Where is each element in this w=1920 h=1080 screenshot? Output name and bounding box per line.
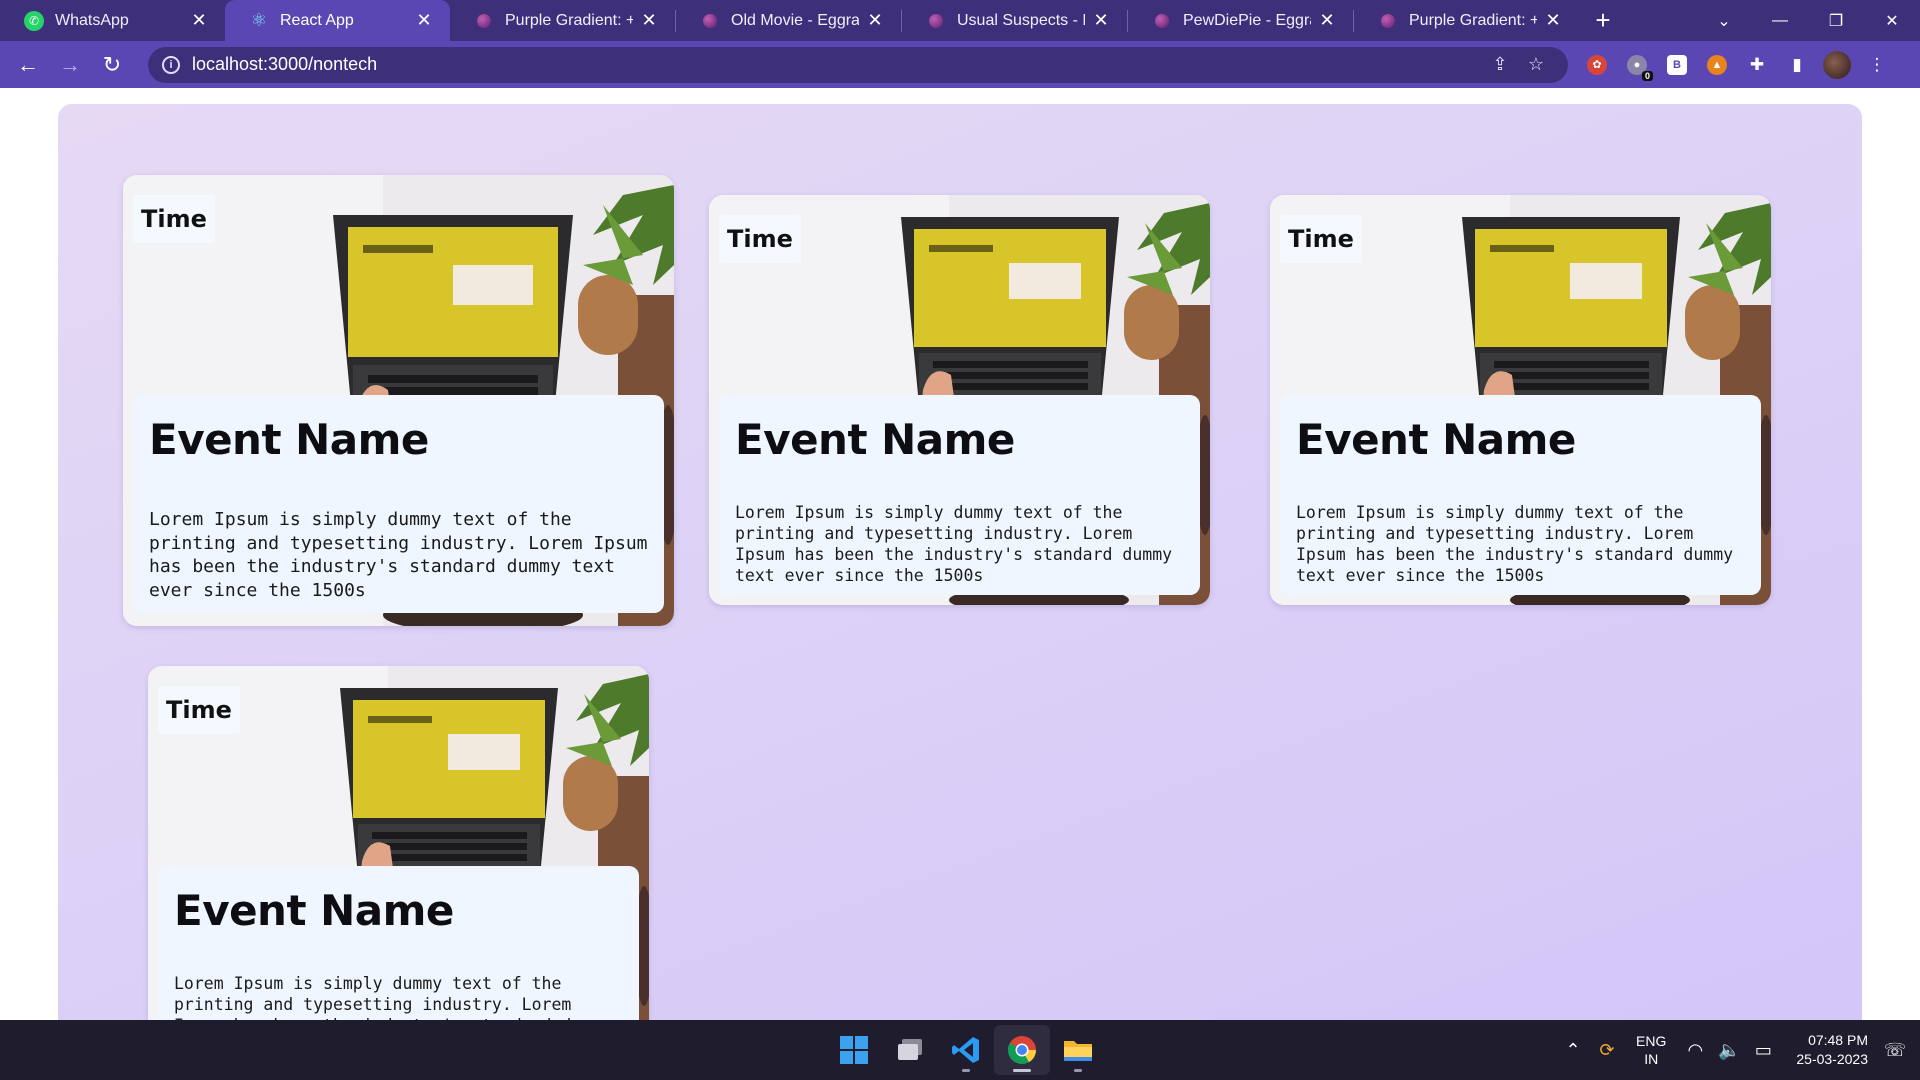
- tab-title: PewDiePie - Eggradie: [1183, 11, 1311, 29]
- clock[interactable]: 07:48 PM 25-03-2023: [1796, 1031, 1868, 1069]
- tab-react-app[interactable]: ⚛ React App ✕: [225, 0, 450, 41]
- metamask-icon[interactable]: ▲: [1698, 46, 1736, 84]
- event-card-body: Event Name Lorem Ipsum is simply dummy t…: [1280, 395, 1761, 595]
- event-time-badge: Time: [1280, 215, 1362, 263]
- react-icon: ⚛: [250, 10, 268, 30]
- browser-toolbar: ← → ↻ i localhost:3000/nontech ⇪ ☆ ✿ ● 0 …: [0, 41, 1920, 88]
- close-window-icon[interactable]: ✕: [1864, 11, 1920, 31]
- eggradients-icon: [477, 13, 491, 28]
- battery-icon[interactable]: ▭: [1746, 1040, 1780, 1061]
- sync-icon[interactable]: ⟳: [1590, 1040, 1624, 1061]
- address-bar[interactable]: i localhost:3000/nontech ⇪ ☆: [148, 46, 1568, 83]
- event-description: Lorem Ipsum is simply dummy text of the …: [1296, 503, 1734, 585]
- event-description: Lorem Ipsum is simply dummy text of the …: [735, 503, 1173, 585]
- event-card-body: Event Name Lorem Ipsum is simply dummy t…: [158, 866, 639, 1024]
- event-time-badge: Time: [158, 686, 240, 734]
- extension-badge-count: 0: [1641, 70, 1653, 81]
- tab-title: Purple Gradient: +50 |: [505, 11, 633, 29]
- event-card-body: Event Name Lorem Ipsum is simply dummy t…: [719, 395, 1200, 595]
- close-tab-icon[interactable]: ✕: [1543, 10, 1563, 31]
- event-description: Lorem Ipsum is simply dummy text of the …: [149, 509, 648, 601]
- profile-avatar[interactable]: [1818, 46, 1856, 84]
- close-tab-icon[interactable]: ✕: [1091, 10, 1111, 31]
- clock-date: 25-03-2023: [1796, 1051, 1868, 1067]
- volume-icon[interactable]: 🔈: [1712, 1040, 1746, 1061]
- file-explorer-icon[interactable]: [1050, 1025, 1106, 1075]
- event-card[interactable]: Time Event Name Lorem Ipsum is simply du…: [123, 175, 674, 626]
- tab-title: React App: [280, 11, 354, 29]
- event-card[interactable]: Time Event Name Lorem Ipsum is simply du…: [1270, 195, 1771, 605]
- eggradients-icon: [1155, 13, 1169, 28]
- minimize-icon[interactable]: —: [1752, 12, 1808, 30]
- eggradients-icon: [1381, 13, 1395, 28]
- taskbar-apps: [826, 1020, 1106, 1080]
- close-tab-icon[interactable]: ✕: [1317, 10, 1337, 31]
- wifi-icon[interactable]: ◠: [1678, 1040, 1712, 1061]
- event-name: Event Name: [174, 886, 454, 935]
- notification-icon[interactable]: ☏: [1878, 1040, 1912, 1061]
- back-icon[interactable]: ←: [8, 45, 48, 85]
- close-tab-icon[interactable]: ✕: [414, 10, 434, 31]
- tab-title: WhatsApp: [55, 11, 129, 29]
- chevron-up-icon[interactable]: ⌃: [1556, 1040, 1590, 1061]
- tab-whatsapp[interactable]: ✆ WhatsApp ✕: [0, 0, 225, 41]
- windows-taskbar: ⌃ ⟳ ENG IN ◠ 🔈 ▭ 07:48 PM 25-03-2023 ☏: [0, 1020, 1920, 1080]
- event-card[interactable]: Time Event Name Lorem Ipsum is simply du…: [148, 666, 649, 1024]
- site-info-icon[interactable]: i: [162, 55, 180, 74]
- bookmark-star-icon[interactable]: ☆: [1518, 54, 1554, 75]
- extension-badge-icon[interactable]: ● 0: [1618, 46, 1656, 84]
- chrome-icon[interactable]: [994, 1025, 1050, 1075]
- extension-red-icon[interactable]: ✿: [1578, 46, 1616, 84]
- tab-search-icon[interactable]: ⌄: [1696, 11, 1752, 31]
- tab-title: Old Movie - Eggradien: [731, 11, 859, 29]
- eggradients-icon: [703, 13, 717, 28]
- event-card[interactable]: Time Event Name Lorem Ipsum is simply du…: [709, 195, 1210, 605]
- region-code: IN: [1644, 1051, 1659, 1067]
- clock-time: 07:48 PM: [1808, 1032, 1868, 1048]
- event-name: Event Name: [735, 415, 1015, 464]
- event-card-body: Event Name Lorem Ipsum is simply dummy t…: [133, 395, 664, 613]
- forward-icon[interactable]: →: [50, 45, 90, 85]
- menu-kebab-icon[interactable]: ⋮: [1858, 46, 1896, 84]
- browser-tab-strip: ✆ WhatsApp ✕ ⚛ React App ✕ Purple Gradie…: [0, 0, 1920, 41]
- tab-purple-gradient[interactable]: Purple Gradient: +50 | ✕: [450, 0, 675, 41]
- events-page: Time Event Name Lorem Ipsum is simply du…: [58, 104, 1862, 1024]
- start-icon[interactable]: [826, 1025, 882, 1075]
- event-name: Event Name: [1296, 415, 1576, 464]
- tab-usual-suspects[interactable]: Usual Suspects - Eggr ✕: [902, 0, 1127, 41]
- url-text[interactable]: localhost:3000/nontech: [192, 54, 1482, 75]
- side-panel-icon[interactable]: ▮: [1778, 46, 1816, 84]
- tab-title: Usual Suspects - Eggr: [957, 11, 1085, 29]
- close-tab-icon[interactable]: ✕: [189, 10, 209, 31]
- language-indicator[interactable]: ENG IN: [1636, 1032, 1666, 1068]
- new-tab-button[interactable]: +: [1579, 0, 1627, 41]
- restore-icon[interactable]: ❐: [1808, 11, 1864, 31]
- event-time-badge: Time: [133, 195, 215, 243]
- extension-b-icon[interactable]: B: [1658, 46, 1696, 84]
- system-tray: ⌃ ⟳ ENG IN ◠ 🔈 ▭ 07:48 PM 25-03-2023 ☏: [1556, 1020, 1920, 1080]
- reload-icon[interactable]: ↻: [92, 45, 132, 85]
- close-tab-icon[interactable]: ✕: [865, 10, 885, 31]
- tab-pewdiepie[interactable]: PewDiePie - Eggradie ✕: [1128, 0, 1353, 41]
- event-description: Lorem Ipsum is simply dummy text of the …: [174, 974, 611, 1024]
- share-icon[interactable]: ⇪: [1482, 54, 1518, 75]
- event-time-badge: Time: [719, 215, 801, 263]
- task-view-icon[interactable]: [882, 1025, 938, 1075]
- event-name: Event Name: [149, 415, 429, 464]
- tab-title: Purple Gradient: +50 |: [1409, 11, 1537, 29]
- tab-purple-gradient-2[interactable]: Purple Gradient: +50 | ✕: [1354, 0, 1579, 41]
- eggradients-icon: [929, 13, 943, 28]
- whatsapp-icon: ✆: [24, 10, 44, 31]
- extensions-puzzle-icon[interactable]: ✚: [1738, 46, 1776, 84]
- tab-old-movie[interactable]: Old Movie - Eggradien ✕: [676, 0, 901, 41]
- close-tab-icon[interactable]: ✕: [639, 10, 659, 31]
- window-controls: ⌄ — ❐ ✕: [1696, 0, 1920, 41]
- vscode-icon[interactable]: [938, 1025, 994, 1075]
- language-code: ENG: [1636, 1033, 1667, 1049]
